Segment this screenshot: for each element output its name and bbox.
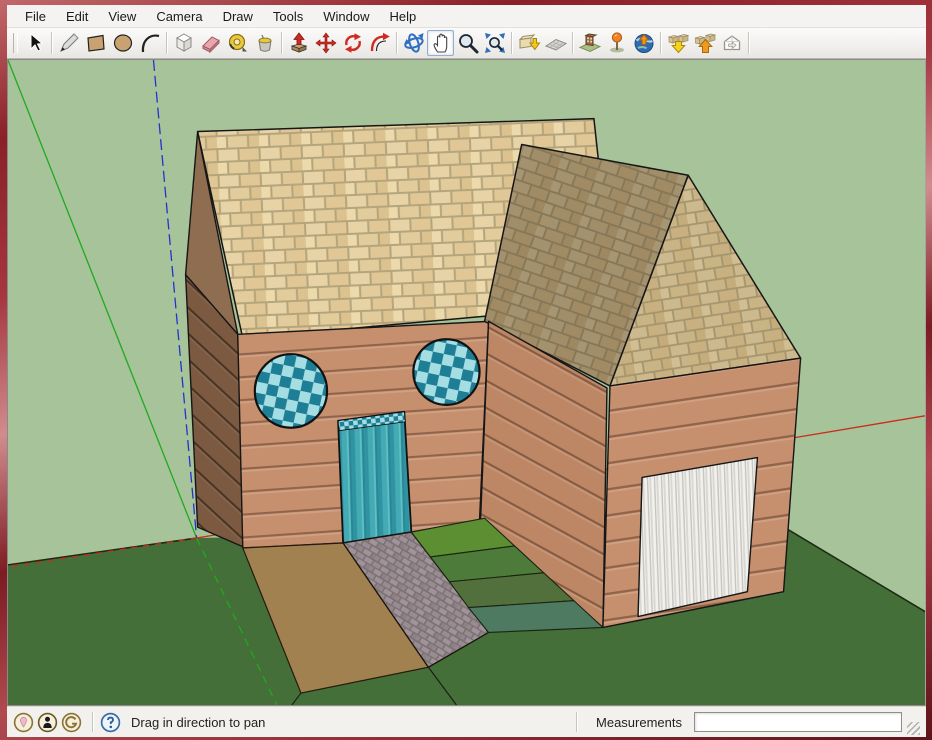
zoom-tool-button[interactable] bbox=[454, 30, 481, 56]
make-component-button[interactable] bbox=[170, 30, 197, 56]
round-window-right bbox=[412, 338, 481, 406]
push-pull-icon bbox=[290, 32, 307, 53]
measurements-input[interactable] bbox=[694, 712, 902, 732]
measurements-area: Measurements bbox=[569, 707, 920, 737]
push-pull-button[interactable] bbox=[285, 30, 312, 56]
move-tool-button[interactable] bbox=[312, 30, 339, 56]
menu-file[interactable]: File bbox=[15, 6, 56, 27]
pencil-icon bbox=[59, 33, 79, 52]
menu-help[interactable]: Help bbox=[380, 6, 427, 27]
zoom-extents-icon bbox=[484, 33, 505, 53]
terrain-icon bbox=[544, 38, 567, 51]
tape-measure-icon bbox=[228, 33, 247, 52]
status-separator bbox=[92, 712, 93, 732]
move-arrows-icon bbox=[315, 32, 336, 54]
rectangle-tool-button[interactable] bbox=[82, 30, 109, 56]
pan-hand-icon bbox=[433, 33, 447, 53]
circle-tool-button[interactable] bbox=[109, 30, 136, 56]
menu-edit[interactable]: Edit bbox=[56, 6, 98, 27]
photo-textures-icon bbox=[578, 33, 601, 53]
toolbar-separator bbox=[166, 32, 167, 54]
toggle-terrain-button[interactable] bbox=[542, 30, 569, 56]
toolbar-separator bbox=[281, 32, 282, 54]
menu-tools[interactable]: Tools bbox=[263, 6, 313, 27]
menu-window[interactable]: Window bbox=[313, 6, 379, 27]
status-hint: Drag in direction to pan bbox=[131, 714, 266, 730]
help-icon[interactable] bbox=[100, 712, 121, 733]
component-house-icon bbox=[723, 35, 740, 51]
offset-arrow-icon bbox=[370, 32, 390, 52]
tape-measure-button[interactable] bbox=[224, 30, 251, 56]
paint-bucket-icon bbox=[258, 34, 271, 52]
offset-tool-button[interactable] bbox=[366, 30, 393, 56]
credit-icon[interactable] bbox=[61, 712, 82, 733]
google-earth-globe-icon bbox=[634, 33, 653, 53]
circle-icon bbox=[113, 34, 132, 52]
model-viewport bbox=[7, 59, 926, 706]
get-view-folder-icon bbox=[518, 34, 540, 51]
toolbar-separator bbox=[748, 32, 749, 54]
toolbar-separator bbox=[396, 32, 397, 54]
share-models-icon bbox=[693, 33, 716, 53]
toolbar-separator bbox=[51, 32, 52, 54]
menu-camera[interactable]: Camera bbox=[146, 6, 212, 27]
front-door bbox=[337, 410, 413, 544]
rotate-tool-button[interactable] bbox=[339, 30, 366, 56]
claim-credit-icon[interactable] bbox=[37, 712, 58, 733]
model-canvas[interactable] bbox=[8, 60, 925, 705]
orbit-icon bbox=[403, 33, 424, 53]
toolbar-grip[interactable] bbox=[13, 33, 18, 53]
rotate-arrows-icon bbox=[344, 33, 361, 53]
toolbar-separator bbox=[511, 32, 512, 54]
select-cursor-icon bbox=[30, 32, 43, 52]
garage-door-ribs bbox=[637, 456, 759, 618]
geolocation-status-icon[interactable] bbox=[13, 712, 34, 733]
arc-tool-button[interactable] bbox=[136, 30, 163, 56]
line-tool-button[interactable] bbox=[55, 30, 82, 56]
paint-bucket-button[interactable] bbox=[251, 30, 278, 56]
eraser-icon bbox=[201, 36, 220, 54]
magnifier-icon bbox=[458, 34, 478, 54]
get-models-icon bbox=[667, 34, 689, 54]
status-bar: Drag in direction to pan Measurements bbox=[7, 706, 926, 737]
zoom-extents-button[interactable] bbox=[481, 30, 508, 56]
share-models-button[interactable] bbox=[691, 30, 718, 56]
share-component-button[interactable] bbox=[718, 30, 745, 56]
photo-textures-button[interactable] bbox=[576, 30, 603, 56]
location-pin-icon bbox=[609, 32, 624, 53]
component-box-icon bbox=[175, 33, 192, 52]
toolbar-separator bbox=[660, 32, 661, 54]
menu-view[interactable]: View bbox=[98, 6, 146, 27]
resize-grip[interactable] bbox=[907, 722, 920, 735]
preview-google-earth-button[interactable] bbox=[630, 30, 657, 56]
getting-started-toolbar bbox=[7, 28, 926, 59]
toolbar-separator bbox=[572, 32, 573, 54]
sketchup-window: File Edit View Camera Draw Tools Window … bbox=[7, 5, 926, 737]
get-models-button[interactable] bbox=[664, 30, 691, 56]
round-window-left bbox=[253, 353, 329, 429]
menu-draw[interactable]: Draw bbox=[213, 6, 263, 27]
status-separator bbox=[576, 712, 578, 732]
select-tool-button[interactable] bbox=[21, 30, 48, 56]
pan-tool-button[interactable] bbox=[427, 30, 454, 56]
get-current-view-button[interactable] bbox=[515, 30, 542, 56]
measurements-label: Measurements bbox=[596, 714, 682, 730]
arc-icon bbox=[141, 34, 159, 53]
add-location-button[interactable] bbox=[603, 30, 630, 56]
menu-bar: File Edit View Camera Draw Tools Window … bbox=[7, 5, 926, 28]
eraser-tool-button[interactable] bbox=[197, 30, 224, 56]
rectangle-icon bbox=[86, 34, 105, 52]
orbit-tool-button[interactable] bbox=[400, 30, 427, 56]
